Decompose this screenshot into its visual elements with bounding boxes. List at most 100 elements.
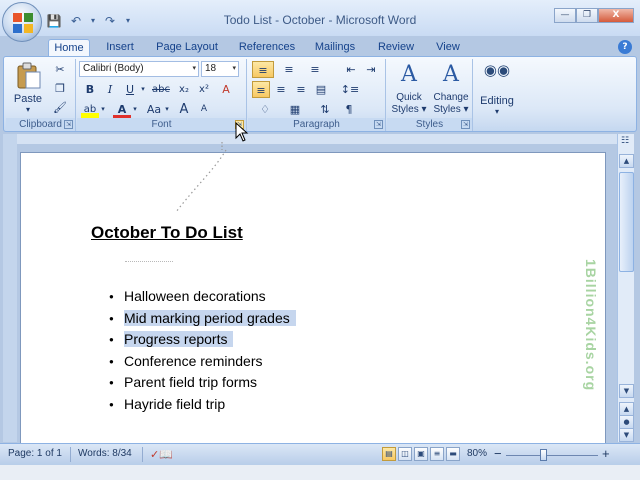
change-case-button[interactable]: Aa: [143, 101, 165, 118]
scissors-icon[interactable]: ✂: [51, 61, 69, 78]
clipboard-dialog-launcher-icon[interactable]: ⇲: [64, 120, 73, 129]
list-item-text: Hayride field trip: [124, 395, 226, 412]
change-styles-icon[interactable]: A: [431, 61, 471, 89]
web-layout-view-icon[interactable]: ▣: [414, 447, 428, 461]
clear-formatting-button[interactable]: A: [217, 81, 235, 98]
decrease-indent-icon[interactable]: ⇤: [342, 61, 360, 78]
print-layout-view-icon[interactable]: ▤: [382, 447, 396, 461]
shrink-font-button[interactable]: A: [195, 101, 213, 118]
line-spacing-icon[interactable]: ↕≡: [338, 81, 362, 98]
bold-button[interactable]: B: [81, 81, 99, 98]
italic-button[interactable]: I: [101, 81, 119, 98]
document-page[interactable]: October To Do List Halloween decorations…: [20, 152, 606, 452]
word-count[interactable]: Words: 8/34: [78, 448, 132, 459]
tab-review[interactable]: Review: [372, 39, 420, 56]
help-icon[interactable]: ?: [618, 40, 632, 54]
list-item[interactable]: Conference reminders: [109, 351, 296, 373]
list-item[interactable]: Hayride field trip: [109, 394, 296, 416]
tab-references[interactable]: References: [234, 39, 300, 56]
todo-list: Halloween decorations Mid marking period…: [109, 286, 296, 416]
outline-view-icon[interactable]: ≡: [430, 447, 444, 461]
justify-icon[interactable]: ▤: [312, 81, 330, 98]
editing-dropdown-icon[interactable]: ▾: [474, 106, 520, 118]
tab-home[interactable]: Home: [48, 39, 90, 56]
superscript-button[interactable]: x²: [195, 81, 213, 98]
list-item-text-selected: Mid marking period grades: [124, 309, 296, 326]
paragraph-dialog-launcher-icon[interactable]: ⇲: [374, 120, 383, 129]
font-size-dropdown-icon[interactable]: ▾: [232, 62, 236, 76]
font-name-dropdown-icon[interactable]: ▾: [192, 62, 196, 76]
font-size-combo[interactable]: 18 ▾: [201, 61, 239, 77]
window-title: Todo List - October - Microsoft Word: [223, 13, 417, 27]
empty-paragraph-marker: [125, 261, 173, 262]
grow-font-button[interactable]: A: [175, 101, 193, 118]
show-formatting-icon[interactable]: ¶: [340, 101, 358, 118]
zoom-out-icon[interactable]: −: [494, 446, 502, 461]
quick-styles-button[interactable]: Quick Styles ▾: [387, 92, 431, 116]
list-item[interactable]: Parent field trip forms: [109, 372, 296, 394]
tab-mailings[interactable]: Mailings: [308, 39, 362, 56]
scroll-down-icon[interactable]: ▼: [619, 384, 634, 398]
paste-icon[interactable]: [14, 61, 44, 91]
align-left-icon[interactable]: ≡: [252, 81, 270, 98]
scroll-up-icon[interactable]: ▲: [619, 154, 634, 168]
tab-insert[interactable]: Insert: [98, 39, 142, 56]
page-count[interactable]: Page: 1 of 1: [8, 448, 62, 459]
zoom-level[interactable]: 80%: [467, 448, 487, 459]
window-controls: — ❐ X: [554, 8, 634, 23]
zoom-slider-thumb[interactable]: [540, 449, 547, 461]
editing-group: ◉◉ Editing ▾: [474, 59, 520, 131]
list-item[interactable]: Mid marking period grades: [109, 308, 296, 330]
multilevel-list-icon[interactable]: ≡: [304, 61, 326, 78]
binoculars-icon[interactable]: ◉◉: [477, 63, 517, 78]
change-styles-button[interactable]: Change Styles ▾: [429, 92, 473, 116]
list-item[interactable]: Progress reports: [109, 329, 296, 351]
align-right-icon[interactable]: ≡: [292, 81, 310, 98]
list-item[interactable]: Halloween decorations: [109, 286, 296, 308]
next-page-icon[interactable]: ▼: [619, 428, 634, 442]
copy-icon[interactable]: ❐: [51, 80, 69, 97]
ribbon: Paste ▾ ✂ ❐ 🖌 Clipboard ⇲ Calibri (Body)…: [3, 56, 637, 132]
subscript-button[interactable]: x₂: [175, 81, 193, 98]
minimize-button[interactable]: —: [554, 8, 576, 23]
view-ruler-icon[interactable]: ☷: [618, 136, 632, 150]
tab-view[interactable]: View: [428, 39, 468, 56]
font-name-combo[interactable]: Calibri (Body) ▾: [79, 61, 199, 77]
maximize-button[interactable]: ❐: [576, 8, 598, 23]
increase-indent-icon[interactable]: ⇥: [362, 61, 380, 78]
highlight-dropdown-icon[interactable]: ▾: [99, 101, 107, 118]
shading-icon[interactable]: ♢: [254, 101, 276, 118]
full-screen-reading-view-icon[interactable]: ◫: [398, 447, 412, 461]
list-item-text: Parent field trip forms: [124, 374, 258, 391]
numbered-list-icon[interactable]: ≡: [278, 61, 300, 78]
paste-dropdown-icon[interactable]: ▾: [10, 104, 46, 116]
tab-page-layout[interactable]: Page Layout: [150, 39, 224, 56]
zoom-slider-track[interactable]: [506, 455, 598, 456]
align-center-icon[interactable]: ≡: [272, 81, 290, 98]
watermark: 1Billion4Kids.org: [583, 259, 599, 392]
font-color-dropdown-icon[interactable]: ▾: [131, 101, 139, 118]
quick-styles-icon[interactable]: A: [389, 61, 429, 89]
previous-page-icon[interactable]: ▲: [619, 402, 634, 416]
close-button[interactable]: X: [598, 8, 634, 23]
document-heading[interactable]: October To Do List: [91, 223, 243, 243]
paragraph-group-label: Paragraph: [248, 118, 385, 131]
underline-dropdown-icon[interactable]: ▾: [139, 81, 147, 98]
proofing-book-icon[interactable]: ✓📖: [150, 448, 173, 461]
strikethrough-button[interactable]: abc: [149, 81, 173, 98]
underline-button[interactable]: U: [121, 81, 139, 98]
styles-dialog-launcher-icon[interactable]: ⇲: [461, 120, 470, 129]
draft-view-icon[interactable]: ▬: [446, 447, 460, 461]
sort-icon[interactable]: ⇅: [316, 101, 334, 118]
highlight-button[interactable]: ab: [81, 101, 99, 118]
browse-object-icon[interactable]: ●: [619, 415, 634, 429]
zoom-in-icon[interactable]: +: [602, 446, 610, 461]
scroll-thumb[interactable]: [619, 172, 634, 272]
vertical-scrollbar[interactable]: ▲ ▼ ▲ ● ▼: [617, 134, 634, 442]
office-button[interactable]: [2, 2, 42, 42]
borders-icon[interactable]: ▦: [284, 101, 306, 118]
change-case-dropdown-icon[interactable]: ▾: [163, 101, 171, 118]
bullet-list-icon[interactable]: ≡: [252, 61, 274, 78]
brush-icon[interactable]: 🖌: [51, 99, 69, 116]
font-color-button[interactable]: A: [113, 101, 131, 118]
